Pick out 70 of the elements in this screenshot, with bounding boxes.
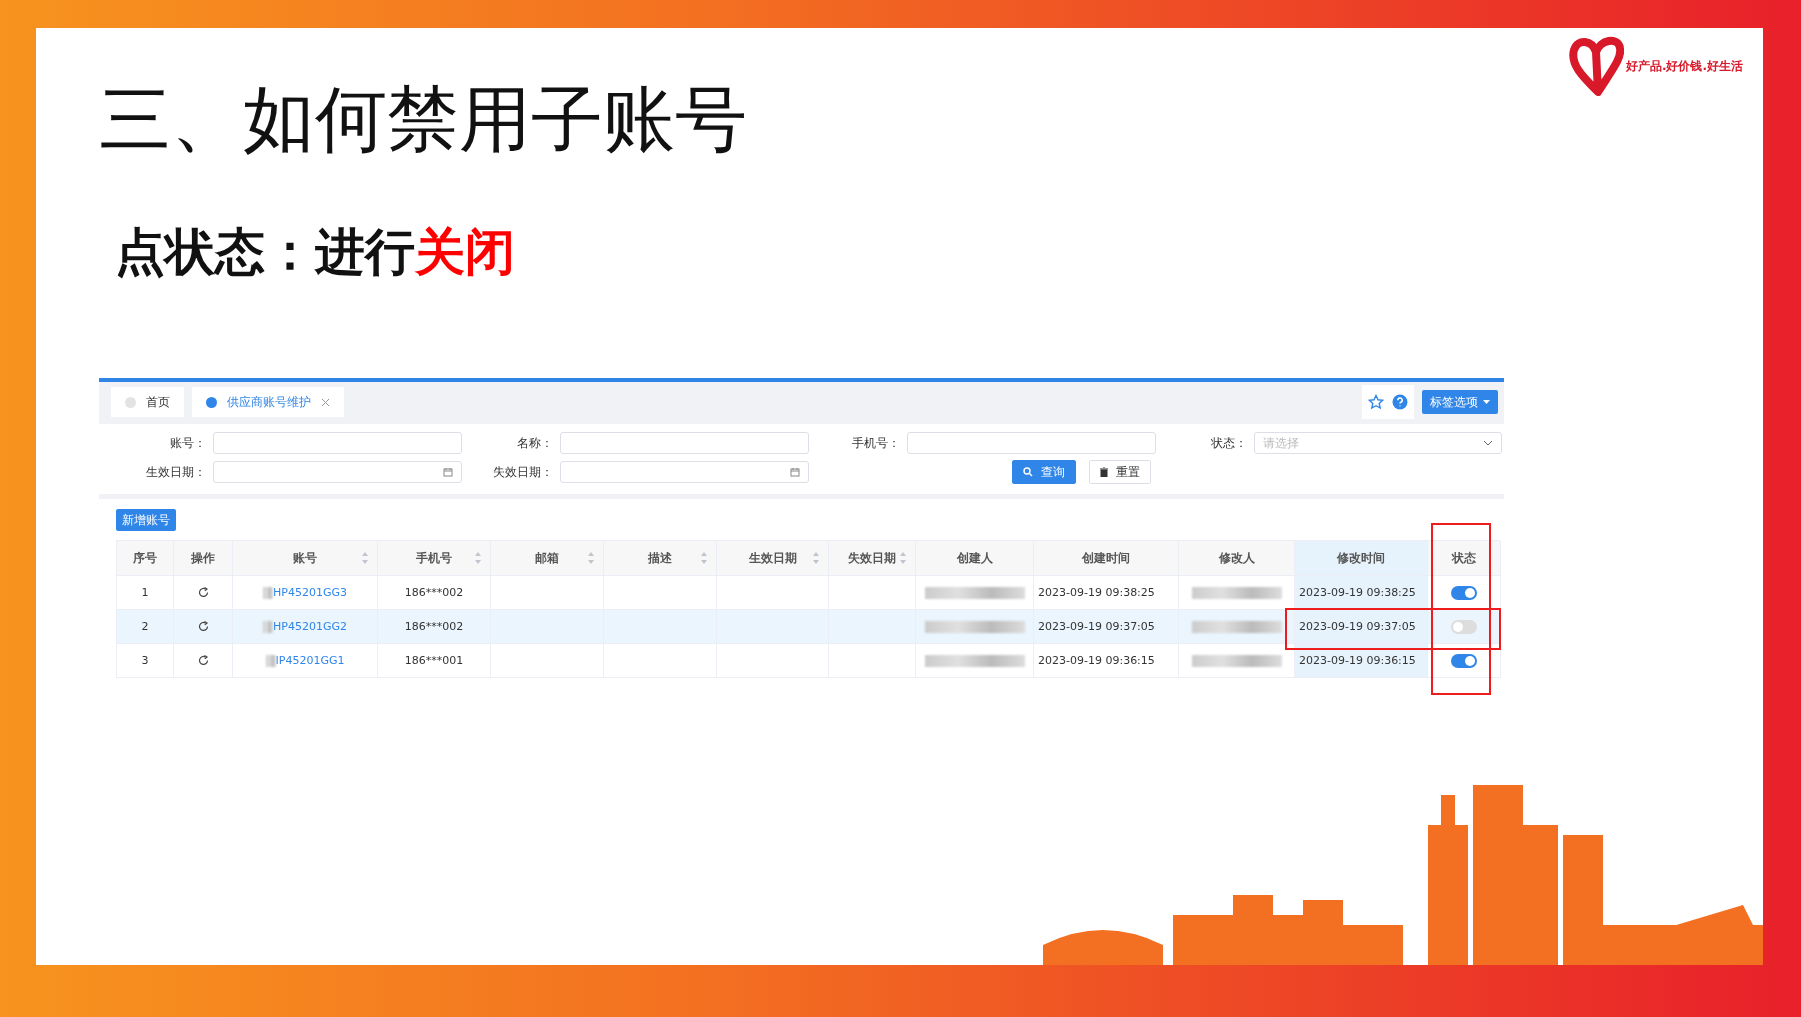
- column-header[interactable]: 邮箱: [491, 541, 604, 577]
- column-header: 状态: [1428, 541, 1501, 577]
- column-header[interactable]: 账号: [233, 541, 378, 577]
- table-cell: 3: [117, 644, 174, 679]
- status-toggle[interactable]: [1451, 585, 1477, 600]
- logo-slogan: 好产品.好价钱.好生活: [1625, 57, 1743, 75]
- column-header: 创建时间: [1034, 541, 1179, 577]
- column-header[interactable]: 描述: [604, 541, 717, 577]
- table-cell: 2023-09-19 09:36:15: [1295, 644, 1428, 679]
- refresh-icon[interactable]: [197, 621, 209, 633]
- sort-icon[interactable]: [474, 551, 482, 566]
- field-label: 手机号：: [851, 434, 901, 452]
- field-label: 账号：: [169, 434, 207, 452]
- column-header: 序号: [117, 541, 174, 577]
- search-icon: [1023, 467, 1033, 478]
- column-header[interactable]: 失效日期: [829, 541, 916, 577]
- column-header: 操作: [174, 541, 233, 577]
- add-account-button[interactable]: 新增账号: [116, 509, 176, 532]
- column-header: 修改人: [1179, 541, 1295, 577]
- sort-icon[interactable]: [361, 551, 369, 566]
- input-field[interactable]: [213, 432, 462, 455]
- field-label: 生效日期：: [145, 463, 207, 481]
- column-header: 修改时间: [1295, 541, 1428, 577]
- refresh-icon[interactable]: [197, 587, 209, 599]
- help-icon[interactable]: [1392, 394, 1408, 411]
- sort-icon[interactable]: [899, 551, 907, 566]
- tab-options-button[interactable]: 标签选项: [1422, 390, 1498, 415]
- table-cell: 2023-09-19 09:37:05: [1295, 610, 1428, 645]
- redacted-text: [263, 620, 273, 633]
- status-toggle[interactable]: [1451, 653, 1477, 668]
- search-button[interactable]: 查询: [1012, 460, 1076, 485]
- sort-icon[interactable]: [700, 551, 708, 566]
- column-header[interactable]: 手机号: [378, 541, 491, 577]
- slide-subtitle: 点状态：进行关闭: [115, 222, 516, 283]
- status-toggle[interactable]: [1451, 619, 1477, 634]
- chevron-down-icon: [1483, 440, 1493, 447]
- column-header[interactable]: 生效日期: [717, 541, 829, 577]
- account-link[interactable]: IP45201GG1: [275, 654, 345, 668]
- page-tab[interactable]: 供应商账号维护: [192, 387, 344, 418]
- close-icon[interactable]: [321, 397, 330, 407]
- input-field[interactable]: [560, 432, 809, 455]
- select-placeholder: 请选择: [1263, 434, 1299, 452]
- field-label: 状态：: [1210, 434, 1248, 452]
- field-label: 名称：: [516, 434, 554, 452]
- page-tab[interactable]: 首页: [111, 387, 184, 418]
- field-label: 失效日期：: [492, 463, 554, 481]
- heart-logo-icon: [1567, 36, 1624, 96]
- table-cell: 186***001: [378, 644, 491, 679]
- redacted-text: [265, 654, 276, 667]
- refresh-icon[interactable]: [197, 655, 209, 667]
- table-row[interactable]: 3 IP45201GG1 186***001 2023-09-19 09:36:15 2023-09-19 09:36:15: [117, 644, 1500, 679]
- redacted-text: [263, 586, 273, 599]
- table-cell: 2023-09-19 09:36:15: [1034, 644, 1179, 679]
- column-header: 创建人: [916, 541, 1034, 577]
- caret-icon: [1483, 400, 1490, 405]
- star-icon[interactable]: [1368, 394, 1384, 411]
- input-field[interactable]: [907, 432, 1156, 455]
- reset-button[interactable]: 重置: [1089, 460, 1151, 485]
- sort-icon[interactable]: [587, 551, 595, 566]
- account-link[interactable]: HP45201GG3: [273, 586, 347, 600]
- table-row[interactable]: 1 HP45201GG3 186***002 2023-09-19 09:38:25 2023-09-19 09:38:25: [117, 576, 1500, 611]
- slide-title: 三、如何禁用子账号: [99, 76, 748, 163]
- date-field[interactable]: [213, 461, 462, 484]
- sort-icon[interactable]: [812, 551, 820, 566]
- table-row[interactable]: 2 HP45201GG2 186***002 2023-09-19 09:37:05 2023-09-19 09:37:05: [117, 610, 1500, 645]
- trash-icon: [1100, 467, 1108, 478]
- table-cell: 2023-09-19 09:38:25: [1295, 576, 1428, 611]
- calendar-icon: [443, 467, 453, 478]
- date-field[interactable]: [560, 461, 809, 484]
- calendar-icon: [790, 467, 800, 478]
